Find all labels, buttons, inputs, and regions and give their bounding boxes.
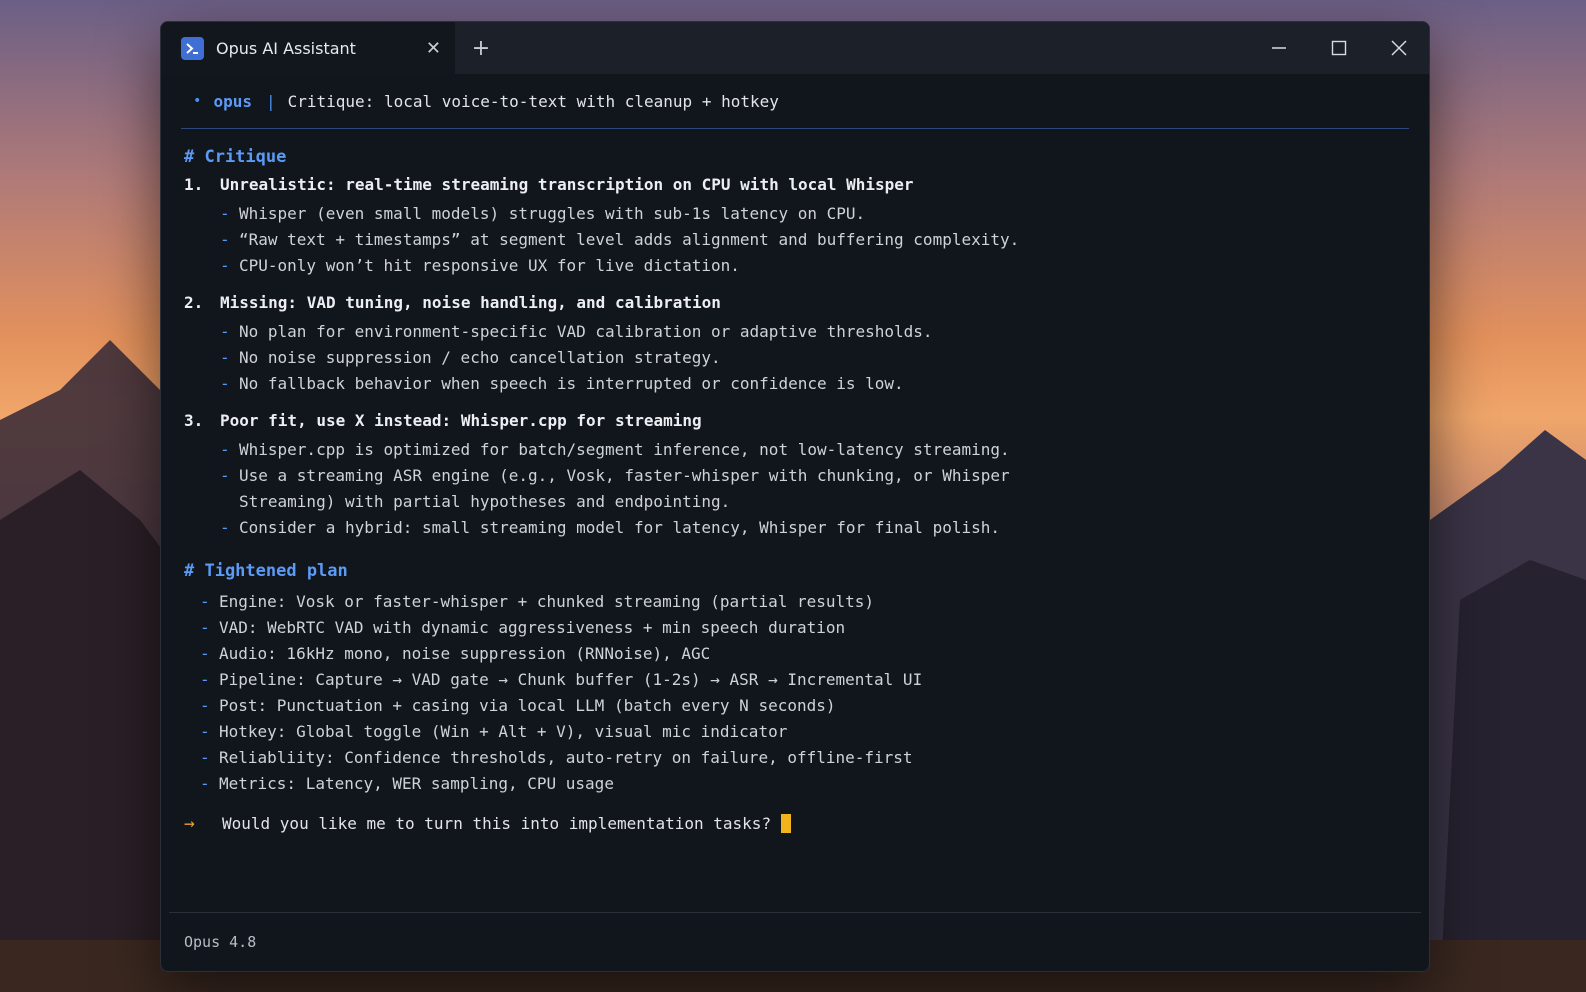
list-item: - Reliabliity: Confidence thresholds, aut… [200, 748, 913, 767]
list-item: - Post: Punctuation + casing via local LL… [200, 696, 836, 715]
list-item: - No noise suppression / echo cancellatio… [220, 348, 721, 367]
item-number: 3. [184, 411, 204, 430]
list-item: - Whisper (even small models) struggles w… [220, 204, 866, 223]
header-separator: | [265, 91, 276, 111]
brand-label: opus [213, 91, 252, 111]
plan-list: - Engine: Vosk or faster-whisper + chunke… [184, 589, 1429, 797]
item-title: Poor fit, use X instead: Whisper.cpp for… [220, 411, 702, 430]
tab-opus-ai-assistant[interactable]: Opus AI Assistant ✕ [161, 22, 455, 74]
list-item: - Hotkey: Global toggle (Win + Alt + V), … [200, 722, 788, 741]
list-item: - Pipeline: Capture → VAD gate → Chunk bu… [200, 670, 923, 689]
maximize-button[interactable] [1309, 22, 1369, 74]
minimize-button[interactable] [1249, 22, 1309, 74]
text-cursor [781, 814, 792, 833]
list-item: - VAD: WebRTC VAD with dynamic aggressive… [200, 618, 846, 637]
list-item: - Consider a hybrid: small streaming mode… [220, 518, 1000, 537]
new-tab-button[interactable]: + [455, 22, 507, 74]
close-window-button[interactable] [1369, 22, 1429, 74]
model-label: Opus 4.8 [184, 933, 257, 951]
session-title: Critique: local voice-to-text with clean… [287, 91, 779, 111]
list-item: - Audio: 16kHz mono, noise suppression (R… [200, 644, 711, 663]
input-prompt[interactable]: → Would you like me to turn this into im… [184, 813, 1429, 834]
assistant-window: Opus AI Assistant ✕ + • opus | Critique:… [160, 21, 1430, 972]
tab-close-icon[interactable]: ✕ [426, 38, 441, 59]
minimize-icon [1272, 47, 1286, 49]
list-item: - CPU-only won’t hit responsive UX for li… [220, 256, 740, 275]
list-item: - Use a streaming ASR engine (e.g., Vosk,… [220, 466, 1010, 511]
critique-item: 1. Unrealistic: real-time streaming trans… [184, 175, 1429, 279]
item-title: Missing: VAD tuning, noise handling, and… [220, 293, 721, 312]
terminal-icon [181, 36, 204, 60]
critique-item: 2. Missing: VAD tuning, noise handling, a… [184, 293, 1429, 397]
list-item: - Engine: Vosk or faster-whisper + chunke… [200, 592, 875, 611]
prompt-text: Would you like me to turn this into impl… [222, 814, 772, 833]
maximize-icon [1331, 40, 1347, 56]
critique-item: 3. Poor fit, use X instead: Whisper.cpp f… [184, 411, 1429, 541]
item-number: 2. [184, 293, 204, 312]
list-item: - No fallback behavior when speech is int… [220, 374, 904, 393]
close-icon [1391, 40, 1407, 56]
title-bar: Opus AI Assistant ✕ + [161, 22, 1429, 74]
prompt-arrow-icon: → [184, 813, 195, 834]
list-item: - Whisper.cpp is optimized for batch/segm… [220, 440, 1010, 459]
tab-title: Opus AI Assistant [216, 38, 356, 58]
status-dot: • [193, 93, 202, 109]
session-header: • opus | Critique: local voice-to-text w… [181, 74, 1409, 129]
plan-heading: # Tightened plan [184, 561, 348, 581]
list-item: - Metrics: Latency, WER sampling, CPU usa… [200, 774, 614, 793]
status-bar: Opus 4.8 [169, 912, 1421, 971]
list-item: - No plan for environment-specific VAD ca… [220, 322, 933, 341]
item-title: Unrealistic: real-time streaming transcr… [220, 175, 914, 194]
critique-heading: # Critique [184, 147, 287, 167]
conversation-output: # Critique 1. Unrealistic: real-time stre… [161, 129, 1429, 834]
list-item: - “Raw text + timestamps” at segment leve… [220, 230, 1020, 249]
item-number: 1. [184, 175, 204, 194]
